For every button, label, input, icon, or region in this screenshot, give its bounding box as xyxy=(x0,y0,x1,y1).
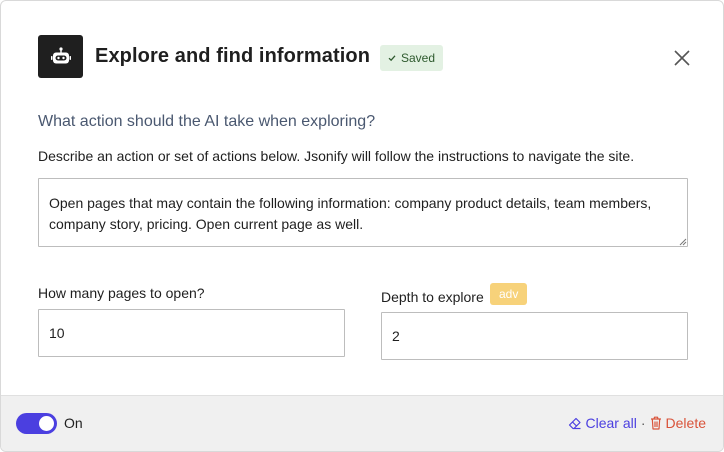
exploration-description: Describe an action or set of actions bel… xyxy=(38,148,635,164)
delete-button[interactable]: Delete xyxy=(650,415,706,431)
saved-badge-label: Saved xyxy=(401,51,436,65)
actions-separator: · xyxy=(640,415,646,431)
footer-actions: Clear all · Delete xyxy=(568,415,706,431)
explore-dialog: Explore and find information Saved What … xyxy=(0,0,724,452)
clear-all-label: Clear all xyxy=(585,415,637,431)
pages-label: How many pages to open? xyxy=(38,285,205,301)
adv-badge: adv xyxy=(490,283,528,305)
close-button[interactable] xyxy=(669,45,695,71)
resize-grip-icon[interactable] xyxy=(678,237,687,246)
toggle-knob xyxy=(39,416,54,431)
trash-icon xyxy=(650,416,661,430)
eraser-icon xyxy=(568,417,581,430)
depth-label: Depth to explore xyxy=(381,289,484,305)
close-icon xyxy=(674,50,690,66)
robot-icon xyxy=(50,46,71,63)
dialog-title: Explore and find information xyxy=(95,45,371,67)
pages-input[interactable] xyxy=(38,309,345,357)
saved-badge: Saved xyxy=(380,45,444,71)
depth-input[interactable] xyxy=(381,312,688,360)
exploration-question: What action should the AI take when expl… xyxy=(38,113,376,130)
check-icon xyxy=(388,55,396,62)
toggle-label: On xyxy=(64,415,83,431)
robot-logo xyxy=(38,35,83,78)
dialog-footer: On Clear all · Delete xyxy=(1,395,723,451)
delete-label: Delete xyxy=(665,415,706,431)
enabled-toggle[interactable] xyxy=(16,413,57,434)
clear-all-button[interactable]: Clear all xyxy=(568,415,637,431)
instructions-textarea[interactable]: Open pages that may contain the followin… xyxy=(38,178,688,247)
